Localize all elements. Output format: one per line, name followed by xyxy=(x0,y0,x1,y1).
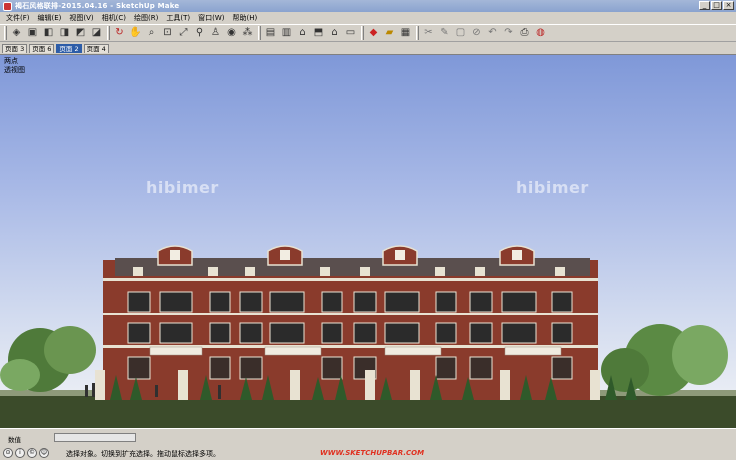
iso-view-icon[interactable]: ◈ xyxy=(9,26,24,41)
tab-page-2[interactable]: 页面 2 xyxy=(56,43,82,53)
pan-icon[interactable]: ✋ xyxy=(128,26,143,41)
rotate-icon[interactable]: ✎ xyxy=(437,26,452,41)
menu-camera[interactable]: 相机(C) xyxy=(98,13,130,23)
geo-location-icon[interactable]: ⊙ xyxy=(3,448,13,458)
back-view-icon[interactable]: ◩ xyxy=(73,26,88,41)
building-icon[interactable]: ⌂ xyxy=(327,26,342,41)
menu-view[interactable]: 视图(V) xyxy=(65,13,97,23)
status-bar: 数值 ⊙ i © ☺ 选择对象。切换到扩充选择。拖动鼠标选择多项。 WWW.SK… xyxy=(0,428,736,460)
toolbar-grip[interactable] xyxy=(258,26,261,40)
minimize-button[interactable]: _ xyxy=(699,1,710,10)
zoom-extents-icon[interactable]: ⤢ xyxy=(176,26,191,41)
share-model-icon[interactable]: ⬒ xyxy=(311,26,326,41)
title-bar: 褐石风格联排-2015.04.16 - SketchUp Make _ □ × xyxy=(0,0,736,12)
toolbar-grip[interactable] xyxy=(361,26,364,40)
house-icon[interactable]: ⌂ xyxy=(295,26,310,41)
components-icon[interactable]: ▥ xyxy=(279,26,294,41)
window-controls: _ □ × xyxy=(699,1,734,10)
top-view-icon[interactable]: ▣ xyxy=(25,26,40,41)
footprints-icon[interactable]: ⁂ xyxy=(240,26,255,41)
save-icon[interactable]: ▦ xyxy=(398,26,413,41)
menu-draw[interactable]: 绘图(R) xyxy=(130,13,162,23)
undo-icon[interactable]: ↶ xyxy=(485,26,500,41)
right-view-icon[interactable]: ◨ xyxy=(57,26,72,41)
extension-icon[interactable]: ▭ xyxy=(343,26,358,41)
warehouse-icon[interactable]: ▤ xyxy=(263,26,278,41)
close-button[interactable]: × xyxy=(723,1,734,10)
modeling-viewport[interactable]: 两点 透视图 hibimer hibimer xyxy=(0,54,736,428)
front-view-icon[interactable]: ◧ xyxy=(41,26,56,41)
look-around-icon[interactable]: ◉ xyxy=(224,26,239,41)
menu-bar: 文件(F) 编辑(E) 视图(V) 相机(C) 绘图(R) 工具(T) 窗口(W… xyxy=(0,12,736,24)
scene-tabs: 页面 3 页面 6 页面 2 页面 4 xyxy=(0,43,736,53)
tab-page-4[interactable]: 页面 4 xyxy=(83,43,109,53)
status-icon-group: ⊙ i © ☺ xyxy=(3,448,49,458)
measurements-field[interactable] xyxy=(54,433,136,442)
layout-icon[interactable]: ◍ xyxy=(533,26,548,41)
menu-tools[interactable]: 工具(T) xyxy=(162,13,194,23)
orbit-icon[interactable]: ↻ xyxy=(112,26,127,41)
credits-icon[interactable]: © xyxy=(27,448,37,458)
toolbar-grip[interactable] xyxy=(4,26,7,40)
section-icon[interactable]: ◆ xyxy=(366,26,381,41)
walk-icon[interactable]: ♙ xyxy=(208,26,223,41)
menu-help[interactable]: 帮助(H) xyxy=(228,13,261,23)
toolbar-grip[interactable] xyxy=(416,26,419,40)
status-message: 选择对象。切换到扩充选择。拖动鼠标选择多项。 xyxy=(66,450,220,458)
print-icon[interactable]: ⎙ xyxy=(517,26,532,41)
menu-window[interactable]: 窗口(W) xyxy=(194,13,228,23)
townhouse-model-render xyxy=(0,245,736,428)
tab-page-6[interactable]: 页面 6 xyxy=(29,43,55,53)
tab-page-3[interactable]: 页面 3 xyxy=(2,43,28,53)
left-view-icon[interactable]: ◪ xyxy=(89,26,104,41)
position-camera-icon[interactable]: ⚲ xyxy=(192,26,207,41)
move-icon[interactable]: ✂ xyxy=(421,26,436,41)
user-icon[interactable]: ☺ xyxy=(39,448,49,458)
redo-icon[interactable]: ↷ xyxy=(501,26,516,41)
maximize-button[interactable]: □ xyxy=(711,1,722,10)
sketchup-app-icon[interactable] xyxy=(3,1,12,11)
toolbar-grip[interactable] xyxy=(107,26,110,40)
measurements-label: 数值 xyxy=(8,436,21,444)
zoom-window-icon[interactable]: ⊡ xyxy=(160,26,175,41)
info-icon[interactable]: i xyxy=(15,448,25,458)
section-display-icon[interactable]: ▰ xyxy=(382,26,397,41)
site-watermark: WWW.SKETCHUPBAR.COM xyxy=(320,449,425,457)
erase-icon[interactable]: ⊘ xyxy=(469,26,484,41)
main-toolbar: ◈ ▣ ◧ ◨ ◩ ◪ ↻ ✋ ⌕ ⊡ ⤢ ⚲ ♙ ◉ ⁂ ▤ ▥ ⌂ ⬒ ⌂ … xyxy=(0,24,736,42)
offset-icon[interactable]: ▢ xyxy=(453,26,468,41)
zoom-icon[interactable]: ⌕ xyxy=(144,26,159,41)
window-title: 褐石风格联排-2015.04.16 - SketchUp Make xyxy=(15,2,180,10)
menu-edit[interactable]: 编辑(E) xyxy=(34,13,66,23)
menu-file[interactable]: 文件(F) xyxy=(2,13,34,23)
